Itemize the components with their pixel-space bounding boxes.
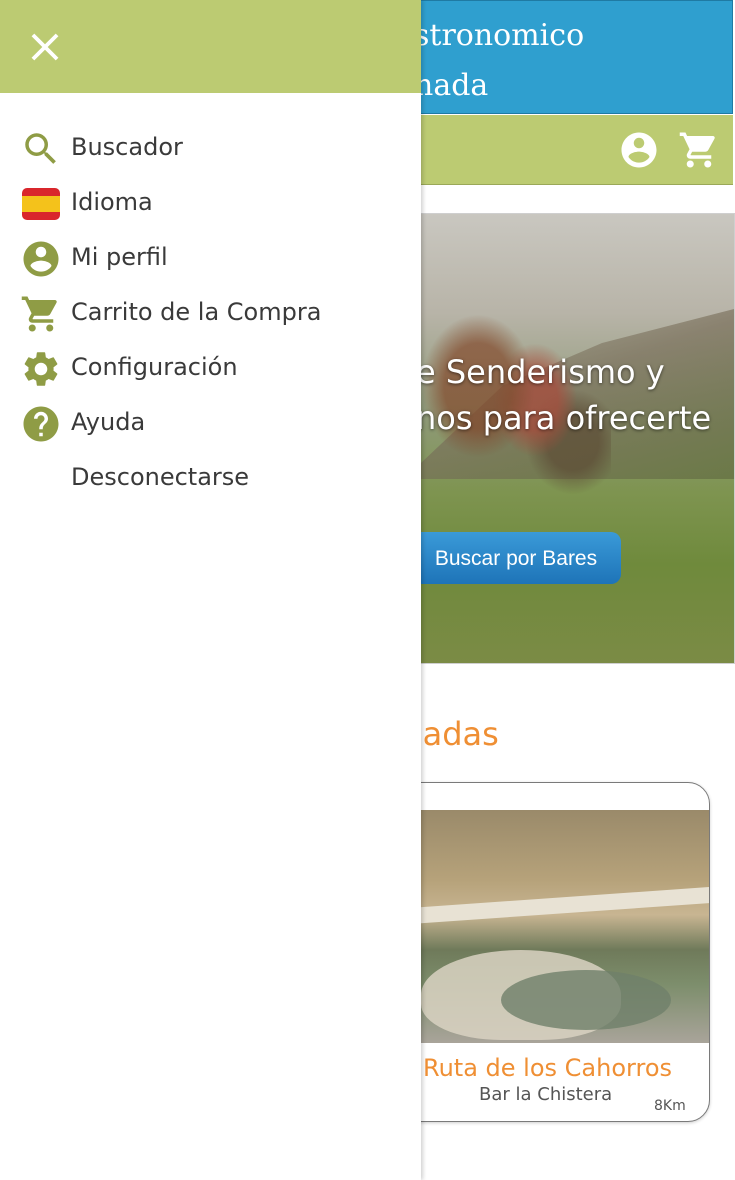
app-title-line-1: stronomico — [414, 18, 585, 53]
menu-label-settings: Configuración — [71, 353, 238, 381]
menu-label-language: Idioma — [71, 188, 153, 216]
menu-item-logout[interactable]: Desconectarse — [0, 450, 421, 505]
shopping-cart-icon[interactable] — [678, 129, 720, 171]
drawer-menu: Buscador Idioma Mi perfil Carrito de la … — [0, 120, 421, 505]
menu-label-help: Ayuda — [71, 408, 146, 436]
spain-flag-icon — [22, 188, 60, 220]
close-button[interactable] — [22, 24, 68, 70]
app-title: stronomico nada — [414, 11, 584, 111]
route-card-image — [381, 810, 709, 1043]
app-title-line-2: nada — [414, 68, 489, 103]
menu-item-profile[interactable]: Mi perfil — [0, 230, 421, 285]
route-card-subtitle: Bar la Chistera — [479, 1084, 613, 1105]
account-circle-icon — [23, 241, 59, 277]
menu-item-cart[interactable]: Carrito de la Compra — [0, 285, 421, 340]
side-drawer: Buscador Idioma Mi perfil Carrito de la … — [0, 0, 421, 1180]
menu-item-language[interactable]: Idioma — [0, 175, 421, 230]
hero-text: e Senderismo y nos para ofrecerte — [416, 349, 711, 441]
route-card-bridge — [381, 886, 709, 926]
help-icon — [23, 406, 59, 442]
route-card-distance: 8Km — [654, 1098, 686, 1114]
menu-label-profile: Mi perfil — [71, 243, 168, 271]
route-card[interactable]: Ruta de los Cahorros Bar la Chistera 8Km — [380, 782, 710, 1122]
menu-item-help[interactable]: Ayuda — [0, 395, 421, 450]
gear-icon — [24, 352, 58, 386]
search-bars-button[interactable]: Buscar por Bares — [401, 532, 621, 584]
search-icon — [25, 133, 56, 164]
route-card-water — [501, 970, 671, 1030]
menu-item-search[interactable]: Buscador — [0, 120, 421, 175]
shopping-cart-icon — [21, 296, 57, 332]
menu-item-settings[interactable]: Configuración — [0, 340, 421, 395]
menu-label-cart: Carrito de la Compra — [71, 298, 322, 326]
drawer-header — [0, 0, 421, 93]
hero-text-line-2: nos para ofrecerte — [416, 399, 712, 437]
menu-label-logout: Desconectarse — [71, 463, 250, 491]
hero-text-line-1: e Senderismo y — [416, 353, 665, 391]
menu-label-search: Buscador — [71, 133, 183, 161]
account-circle-icon[interactable] — [618, 129, 660, 171]
close-icon — [31, 33, 59, 61]
route-card-title[interactable]: Ruta de los Cahorros — [423, 1051, 672, 1085]
